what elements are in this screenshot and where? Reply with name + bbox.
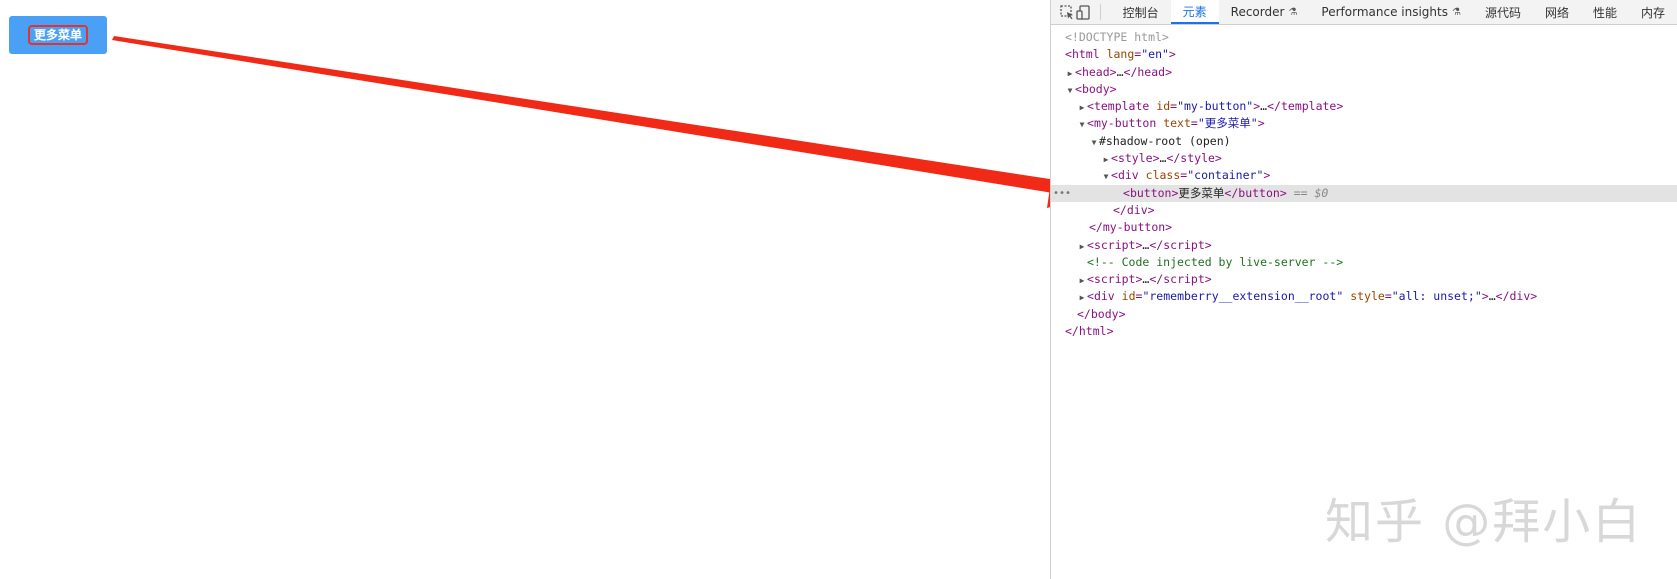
dom-node-script[interactable]: ▶ <script>…</script>	[1051, 271, 1677, 288]
expand-triangle-icon[interactable]: ▶	[1077, 99, 1087, 116]
tab-console-label: 控制台	[1122, 5, 1159, 20]
watermark: 知乎 @拜小白	[1325, 494, 1643, 550]
dom-node-html[interactable]: <html lang="en">	[1051, 46, 1677, 63]
tab-network[interactable]: 网络	[1533, 0, 1581, 24]
experiment-flask-icon: ⚗	[1451, 6, 1461, 18]
experiment-flask-icon: ⚗	[1288, 6, 1298, 18]
doctype-text: <!DOCTYPE html>	[1065, 30, 1169, 44]
dom-node-div-close[interactable]: </div>	[1051, 202, 1677, 219]
collapse-triangle-icon[interactable]: ▼	[1065, 82, 1075, 99]
dom-node-comment[interactable]: <!-- Code injected by live-server -->	[1051, 254, 1677, 271]
tab-sources[interactable]: 源代码	[1473, 0, 1533, 24]
page-viewport: 更多菜单	[0, 0, 1050, 579]
devtools-toolbar: 控制台 元素 Recorder ⚗ Performance insights ⚗ 源…	[1051, 0, 1677, 25]
tab-elements[interactable]: 元素	[1170, 0, 1219, 24]
dom-node-template[interactable]: ▶ <template id="my-button">…</template>	[1051, 98, 1677, 115]
tab-recorder-label: Recorder	[1230, 5, 1285, 19]
dom-node-script[interactable]: ▶ <script>…</script>	[1051, 237, 1677, 254]
expand-triangle-icon[interactable]: ▶	[1077, 289, 1087, 306]
tab-network-label: 网络	[1544, 5, 1569, 20]
dom-node-div-container[interactable]: ▼ <div class="container">	[1051, 167, 1677, 184]
collapse-triangle-icon[interactable]: ▼	[1101, 168, 1111, 185]
tab-performance-insights-label: Performance insights	[1321, 5, 1448, 19]
selected-node-marker: == $0	[1293, 185, 1329, 200]
dom-tree: <!DOCTYPE html> <html lang="en"> ▶ <head>…	[1051, 25, 1677, 340]
dom-node-shadow-root[interactable]: ▼ #shadow-root (open)	[1051, 133, 1677, 150]
more-menu-button-label: 更多菜单	[27, 25, 88, 45]
dom-node-style[interactable]: ▶ <style>…</style>	[1051, 150, 1677, 167]
dom-node-my-button-close[interactable]: </my-button>	[1051, 219, 1677, 236]
expand-triangle-icon[interactable]: ▶	[1101, 151, 1111, 168]
tab-recorder[interactable]: Recorder ⚗	[1219, 0, 1310, 24]
dom-node-head[interactable]: ▶ <head>…</head>	[1051, 64, 1677, 81]
tab-memory-label: 内存	[1640, 5, 1665, 20]
more-options-icon[interactable]: •••	[1053, 185, 1071, 202]
dom-node-body[interactable]: ▼ <body>	[1051, 81, 1677, 98]
tab-memory[interactable]: 内存	[1629, 0, 1677, 24]
expand-triangle-icon[interactable]: ▶	[1077, 272, 1087, 289]
dom-node-button-selected[interactable]: ••• <button>更多菜单</button> == $0	[1051, 184, 1677, 202]
dom-node-body-close[interactable]: </body>	[1051, 306, 1677, 323]
tab-performance[interactable]: 性能	[1581, 0, 1629, 24]
collapse-triangle-icon[interactable]: ▼	[1077, 116, 1087, 133]
expand-triangle-icon[interactable]: ▶	[1065, 65, 1075, 82]
tab-performance-label: 性能	[1592, 5, 1617, 20]
tab-console[interactable]: 控制台	[1111, 0, 1171, 24]
collapse-triangle-icon[interactable]: ▼	[1089, 134, 1099, 151]
device-toolbar-icon[interactable]	[1075, 0, 1091, 24]
dom-node-html-close[interactable]: </html>	[1051, 323, 1677, 340]
tab-performance-insights[interactable]: Performance insights ⚗	[1309, 0, 1473, 24]
tab-sources-label: 源代码	[1484, 5, 1521, 20]
more-menu-button[interactable]: 更多菜单	[9, 16, 107, 54]
dom-node-extension-root[interactable]: ▶ <div id="rememberry__extension__root" s…	[1051, 288, 1677, 305]
expand-triangle-icon[interactable]: ▶	[1077, 238, 1087, 255]
tab-elements-label: 元素	[1182, 4, 1207, 19]
inspect-element-icon[interactable]	[1059, 0, 1075, 24]
dom-node-doctype[interactable]: <!DOCTYPE html>	[1051, 29, 1677, 46]
toolbar-divider	[1099, 4, 1101, 20]
dom-node-my-button[interactable]: ▼ <my-button text="更多菜单">	[1051, 115, 1677, 132]
